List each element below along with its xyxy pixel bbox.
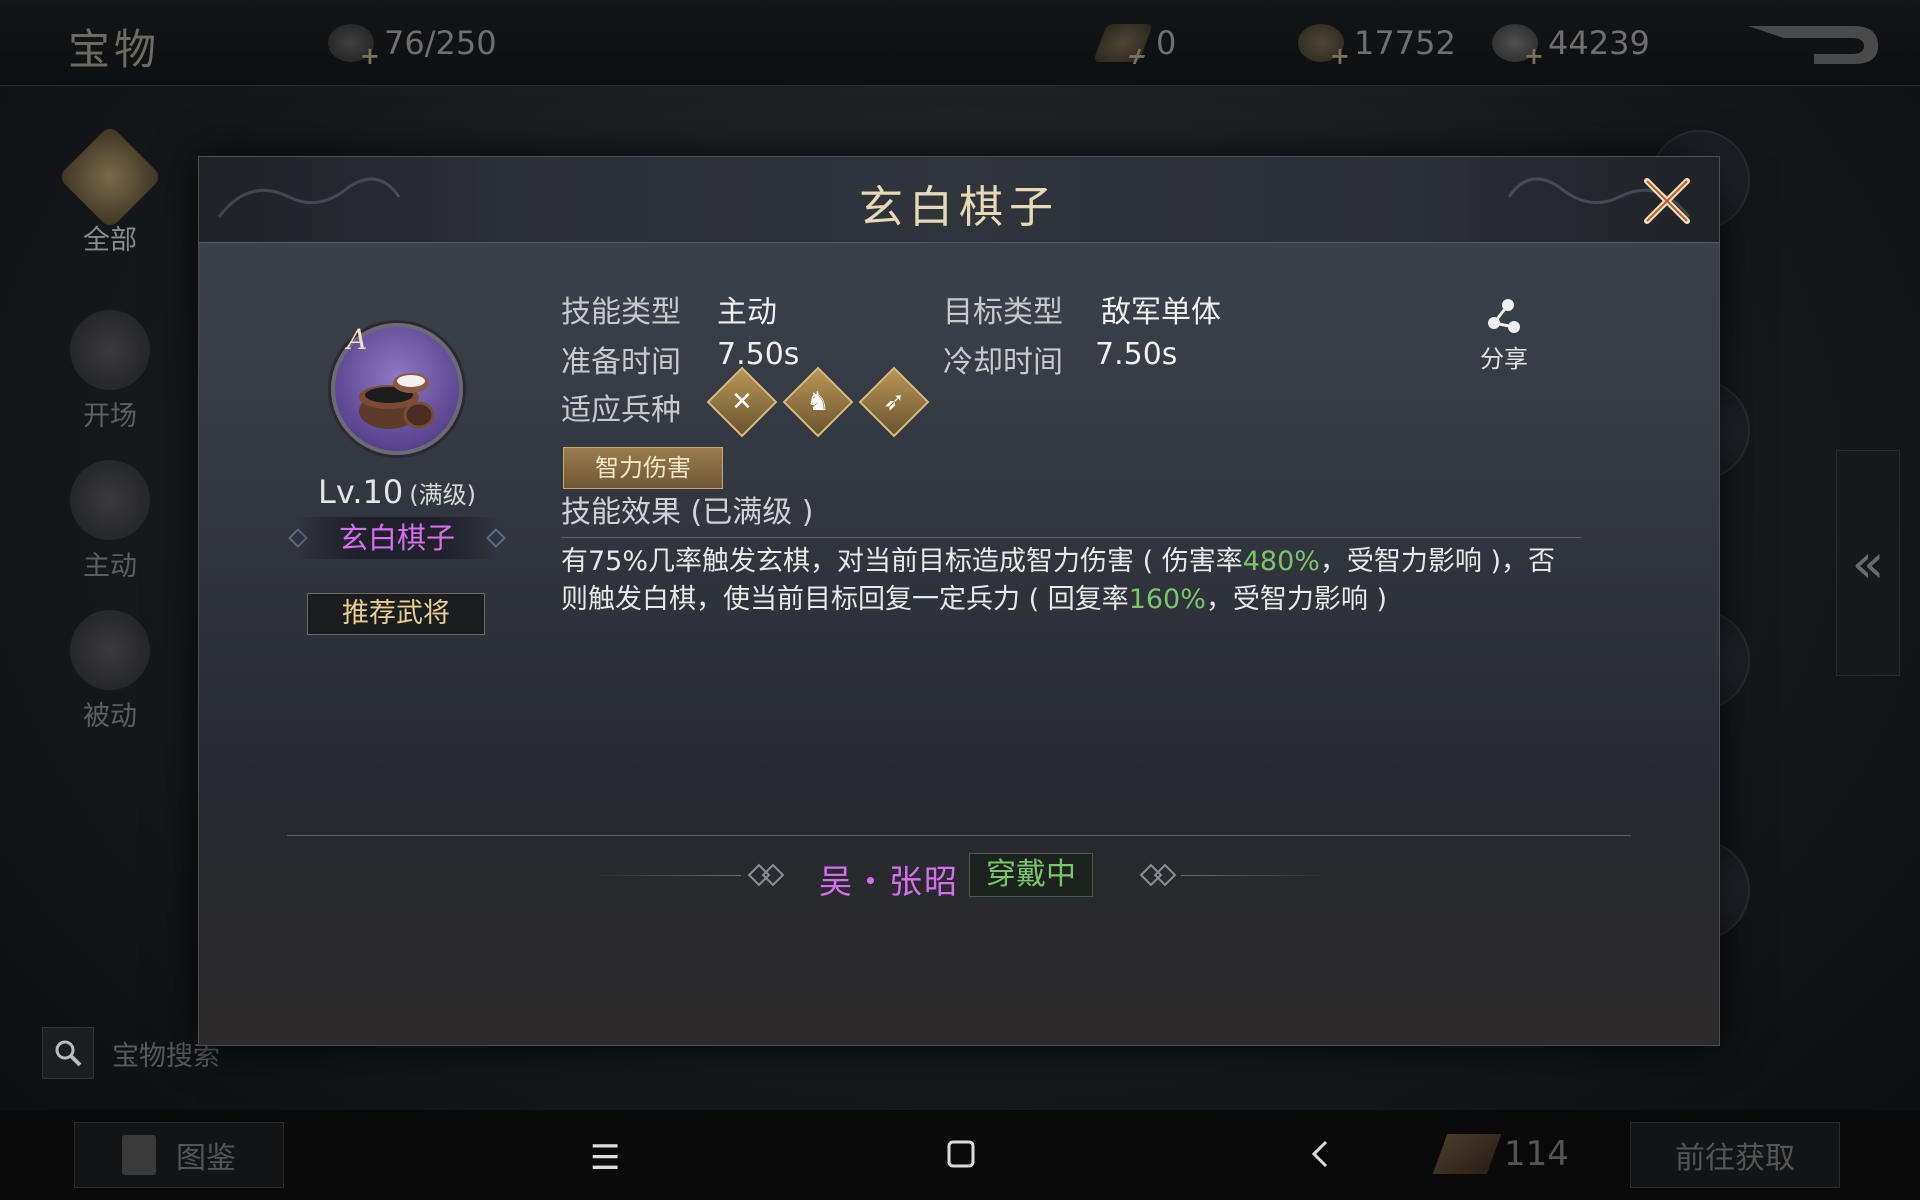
all-icon bbox=[57, 124, 163, 230]
silver-coin-value: 44239 bbox=[1548, 24, 1650, 62]
level-max-note: (满级) bbox=[409, 481, 476, 509]
nav-label: 开场 bbox=[83, 401, 137, 432]
menu-icon[interactable]: ☰ bbox=[590, 1138, 620, 1178]
skill-type-label: 技能类型 bbox=[561, 295, 681, 330]
share-icon bbox=[1488, 299, 1520, 333]
archer-icon: ➶ bbox=[858, 366, 930, 438]
nav-label: 被动 bbox=[83, 701, 137, 732]
opening-icon bbox=[70, 310, 150, 390]
nav-item-all[interactable]: 全部 bbox=[50, 124, 170, 257]
page-title: 宝物 bbox=[68, 25, 161, 74]
nav-item-opening[interactable]: 开场 bbox=[50, 310, 170, 433]
effect-text-part: ，受智力影响 ) bbox=[1205, 584, 1388, 615]
book-icon bbox=[122, 1135, 156, 1175]
level-value: Lv.10 bbox=[318, 473, 404, 511]
ingot-resource[interactable]: 0 bbox=[1093, 24, 1177, 62]
back-arrow-icon bbox=[1748, 26, 1878, 64]
close-button[interactable] bbox=[1639, 173, 1695, 229]
go-stone-pot-icon bbox=[359, 373, 435, 429]
diamond-ornament-icon bbox=[1153, 863, 1177, 887]
share-label: 分享 bbox=[1480, 345, 1528, 373]
share-button[interactable]: 分享 bbox=[1469, 297, 1539, 374]
treasure-name: 玄白棋子 bbox=[295, 517, 499, 559]
skill-effect-title: 技能效果 (已满级 ) bbox=[561, 495, 814, 530]
divider bbox=[287, 835, 1631, 836]
capacity-value: 76/250 bbox=[384, 24, 497, 62]
silver-coin-resource[interactable]: 44239 bbox=[1492, 24, 1650, 70]
skill-effect-text: 有75%几率触发玄棋，对当前目标造成智力伤害 ( 伤害率480% ，受智力影响 )… bbox=[561, 543, 1581, 619]
damage-rate-value: 480% bbox=[1242, 546, 1320, 577]
close-icon bbox=[1644, 178, 1690, 224]
wing-line bbox=[591, 875, 741, 876]
nav-label: 主动 bbox=[83, 551, 137, 582]
treasure-box-icon bbox=[328, 24, 380, 70]
goto-acquire-button[interactable]: 前往获取 bbox=[1630, 1122, 1840, 1188]
atlas-label: 图鉴 bbox=[176, 1141, 236, 1176]
item-count: 114 bbox=[1432, 1134, 1569, 1174]
treasure-detail-modal: 玄白棋子 A Lv.10 (满级) 玄白棋子 推荐武将 技能类型 主动 目标类型… bbox=[198, 156, 1720, 1046]
copper-coin-value: 17752 bbox=[1354, 24, 1456, 62]
wing-line bbox=[1181, 875, 1331, 876]
ingot-icon bbox=[1093, 24, 1153, 62]
modal-header: 玄白棋子 bbox=[199, 157, 1719, 243]
nav-item-passive[interactable]: 被动 bbox=[50, 610, 170, 733]
copper-coin-icon bbox=[1298, 24, 1350, 70]
count-value: 114 bbox=[1504, 1134, 1569, 1174]
effect-text-part: 有75%几率触发玄棋，对当前目标造成智力伤害 ( 伤害率 bbox=[561, 546, 1243, 577]
cooldown-value: 7.50s bbox=[1095, 337, 1178, 372]
copper-coin-resource[interactable]: 17752 bbox=[1298, 24, 1456, 70]
top-bar: 宝物 76/250 0 17752 44239 bbox=[0, 0, 1920, 86]
scroll-icon bbox=[1432, 1134, 1502, 1174]
atlas-button[interactable]: 图鉴 bbox=[74, 1122, 284, 1188]
back-button[interactable] bbox=[1744, 20, 1884, 70]
target-type-label: 目标类型 bbox=[943, 295, 1063, 330]
recommend-general-button[interactable]: 推荐武将 bbox=[307, 593, 485, 635]
cooldown-label: 冷却时间 bbox=[943, 345, 1063, 380]
prep-time-value: 7.50s bbox=[717, 337, 800, 372]
infantry-icon: ✕ bbox=[706, 366, 778, 438]
skill-type-value: 主动 bbox=[717, 295, 777, 330]
troop-type-label: 适应兵种 bbox=[561, 393, 681, 428]
damage-type-badge: 智力伤害 bbox=[563, 447, 723, 489]
equipped-by-row: 吴・张昭 穿戴中 bbox=[199, 853, 1719, 901]
equipped-status-badge: 穿戴中 bbox=[969, 853, 1093, 897]
search-icon bbox=[42, 1027, 94, 1079]
recovery-rate-value: 160% bbox=[1128, 584, 1206, 615]
nav-item-active[interactable]: 主动 bbox=[50, 460, 170, 583]
diamond-ornament-icon bbox=[761, 863, 785, 887]
home-icon[interactable] bbox=[946, 1138, 976, 1178]
prep-time-label: 准备时间 bbox=[561, 345, 681, 380]
cavalry-icon: ♞ bbox=[782, 366, 854, 438]
system-back-icon[interactable] bbox=[1308, 1138, 1332, 1178]
passive-skill-icon bbox=[70, 610, 150, 690]
expand-panel-button[interactable]: « bbox=[1836, 450, 1900, 676]
double-chevron-left-icon: « bbox=[1851, 531, 1885, 595]
grade-label: A bbox=[347, 323, 368, 356]
silver-coin-icon bbox=[1492, 24, 1544, 70]
treasure-icon: A bbox=[325, 317, 469, 461]
modal-title: 玄白棋子 bbox=[859, 182, 1059, 233]
level-line: Lv.10 (满级) bbox=[199, 473, 595, 511]
side-nav: 全部 开场 主动 被动 bbox=[0, 86, 200, 1106]
ingot-value: 0 bbox=[1156, 24, 1177, 62]
target-type-value: 敌军单体 bbox=[1101, 295, 1221, 330]
capacity-counter: 76/250 bbox=[328, 24, 497, 70]
divider bbox=[561, 537, 1581, 538]
active-skill-icon bbox=[70, 460, 150, 540]
wearer-name[interactable]: 吴・张昭 bbox=[819, 855, 959, 903]
